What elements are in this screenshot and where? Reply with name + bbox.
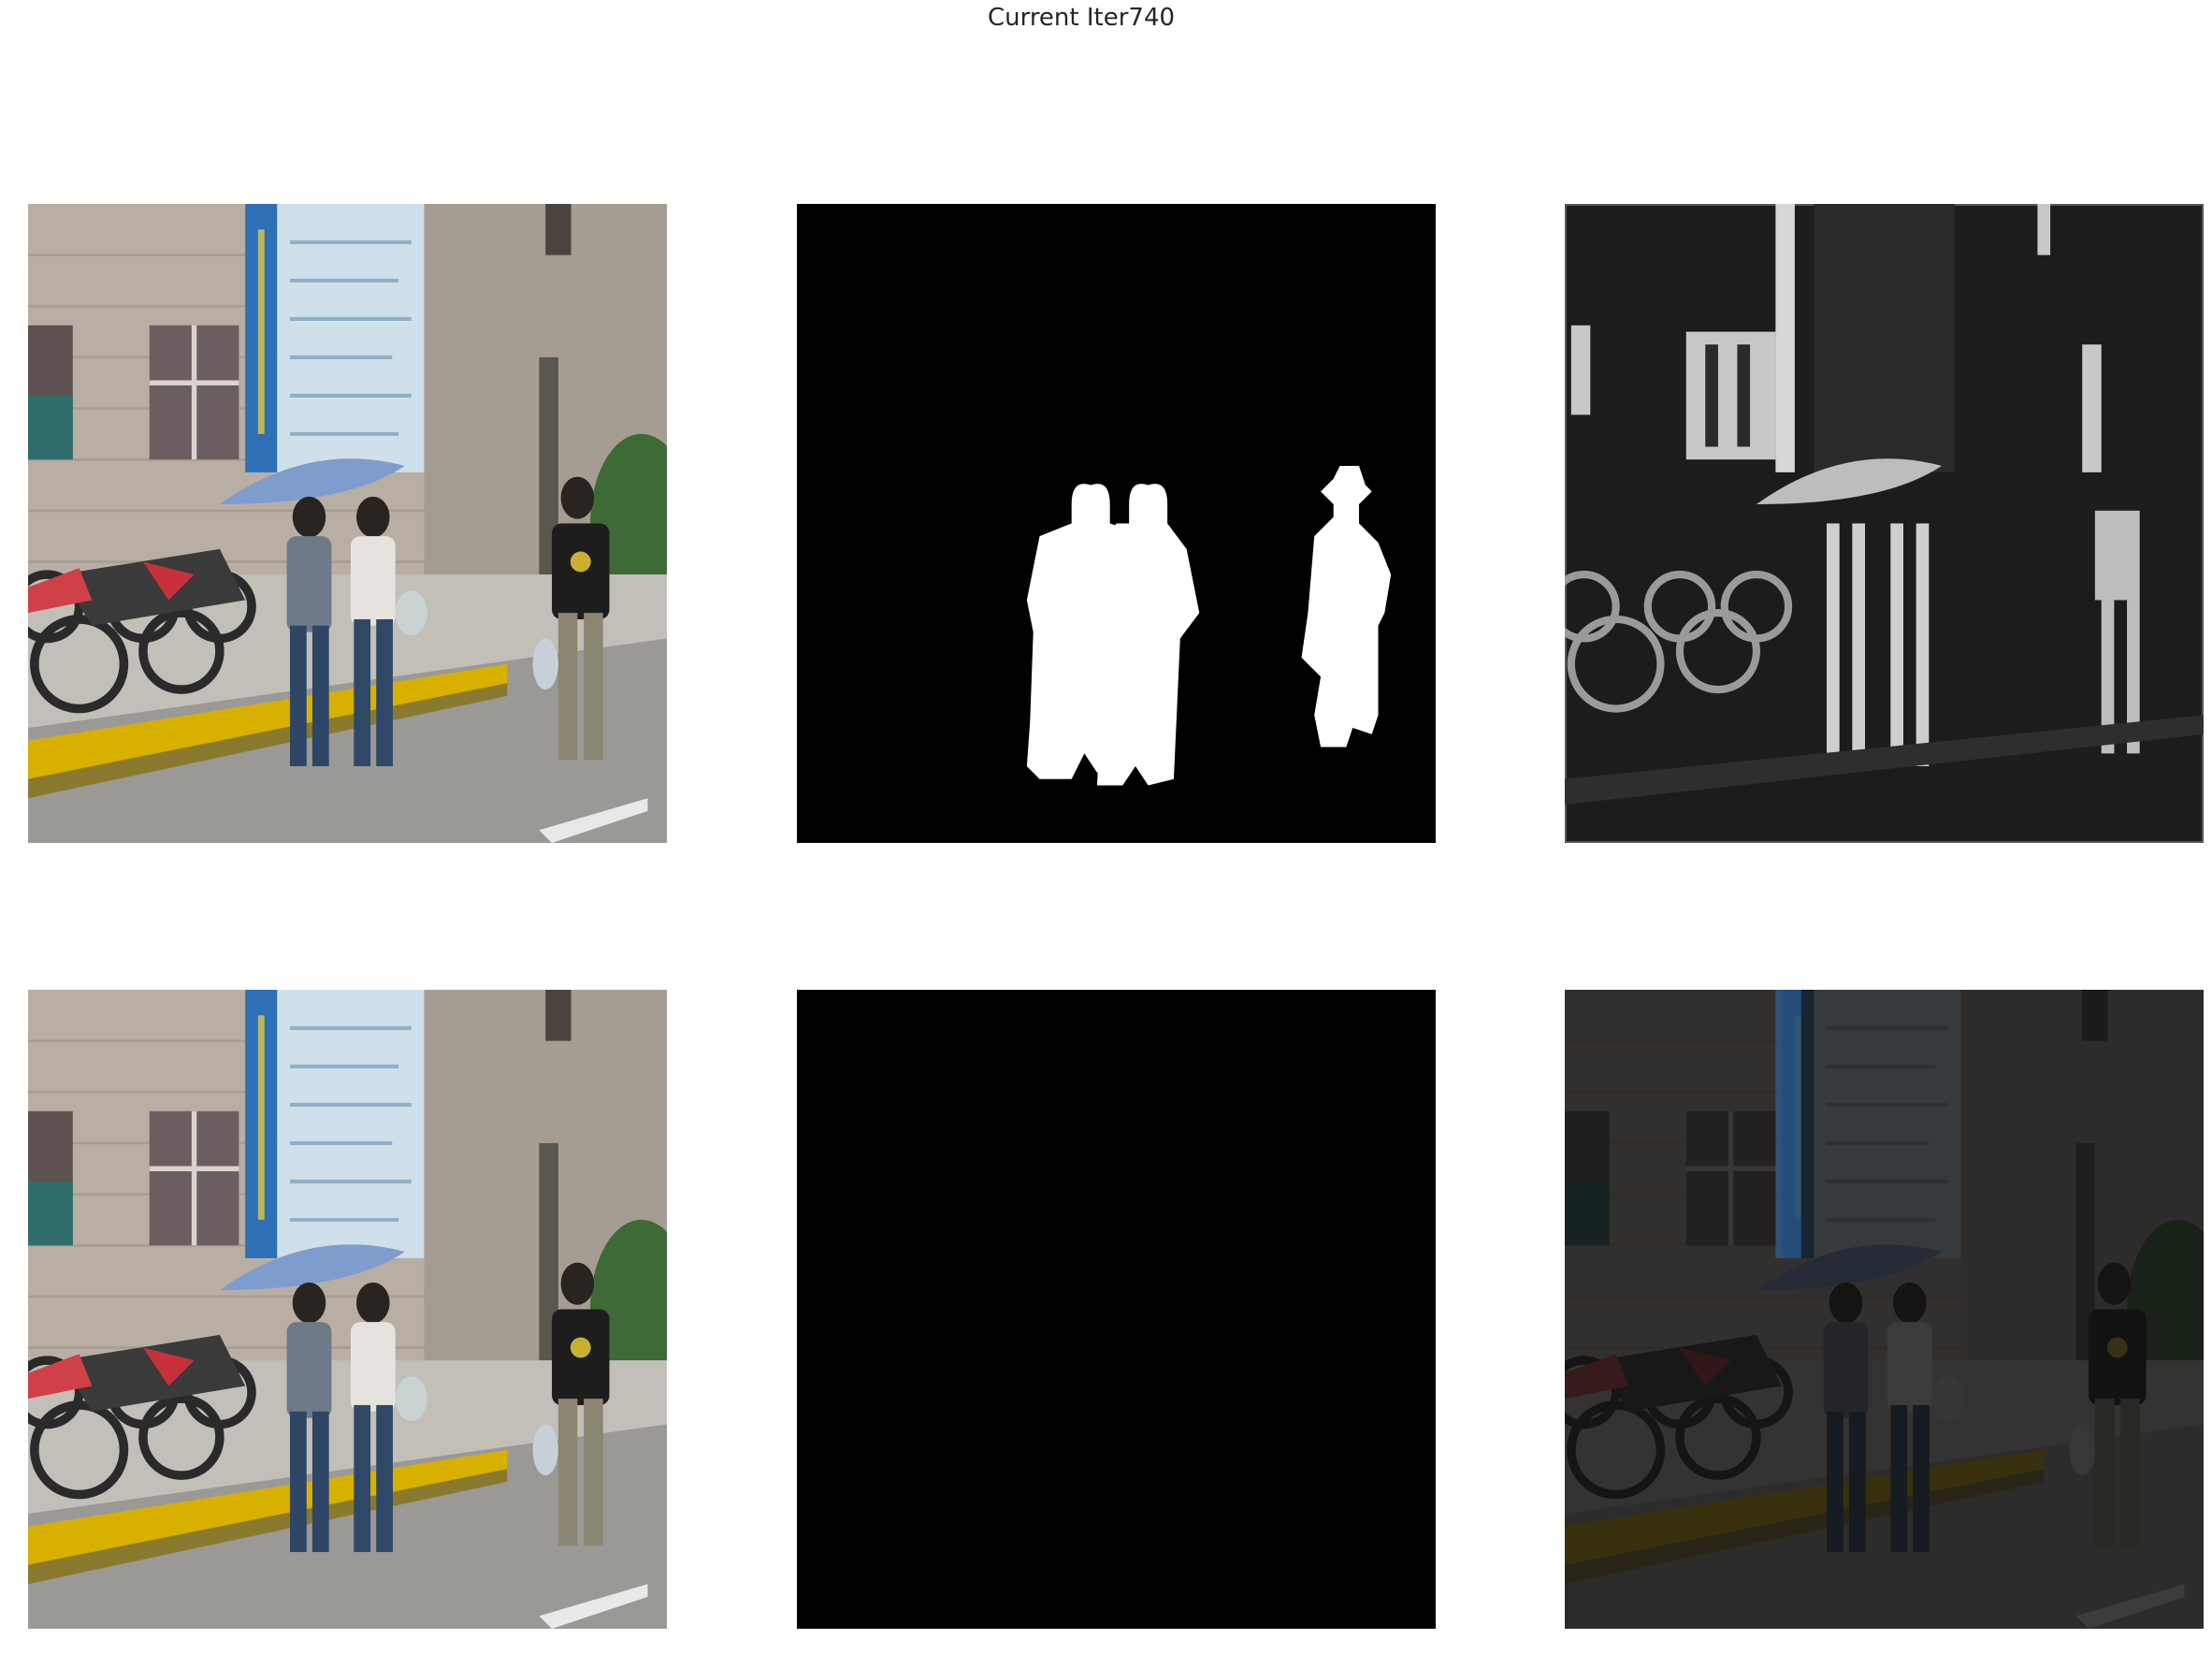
residual-panel <box>1565 990 2204 1629</box>
input-image-2 <box>28 990 667 1629</box>
saliency-image <box>1565 204 2204 843</box>
masked-foreground-panel <box>797 990 1436 1629</box>
mask-panel <box>797 204 1436 843</box>
input-image-panel-2 <box>28 990 667 1629</box>
saliency-panel <box>1565 204 2204 843</box>
figure-title: Current Iter740 <box>987 4 1176 32</box>
input-image-panel <box>28 204 667 843</box>
binary-mask-image <box>797 204 1436 843</box>
residual-image <box>1565 990 2204 1629</box>
input-image <box>28 204 667 843</box>
masked-foreground-image <box>797 990 1436 1629</box>
